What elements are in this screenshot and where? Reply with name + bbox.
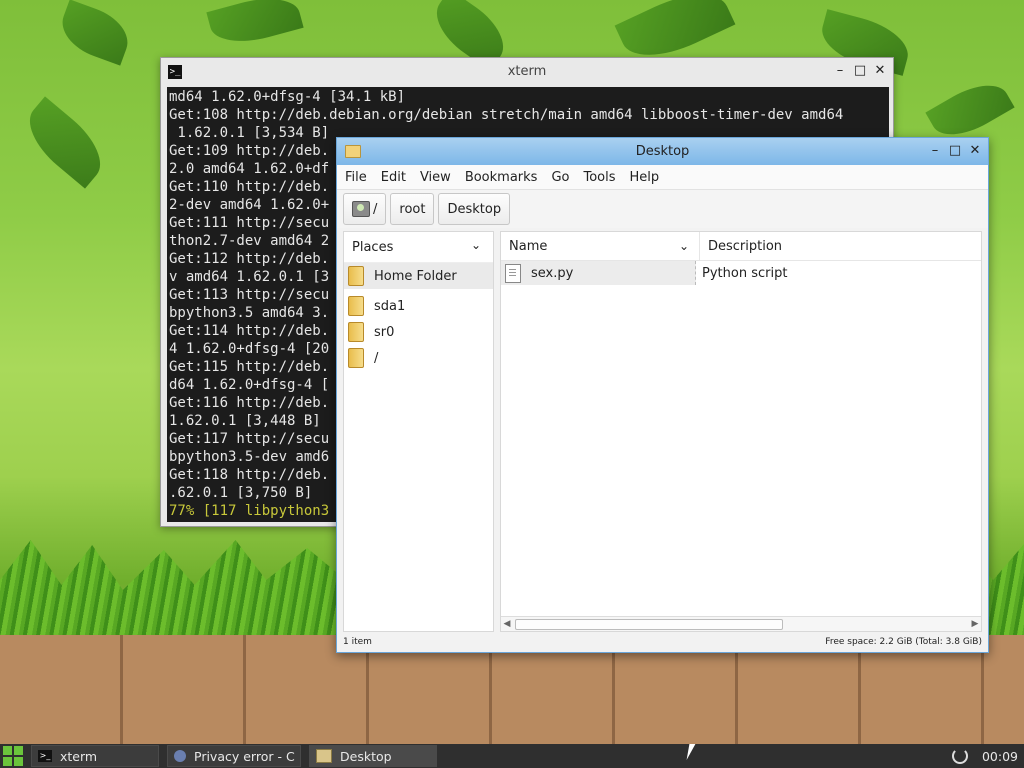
close-button[interactable]: ✕	[968, 144, 982, 158]
places-label: Places	[352, 239, 394, 255]
task-label: xterm	[60, 748, 98, 764]
folder-icon	[348, 296, 364, 316]
maximize-button[interactable]: □	[853, 64, 867, 78]
item-count: 1 item	[343, 637, 372, 647]
free-space: Free space: 2.2 GiB (Total: 3.8 GiB)	[825, 637, 982, 647]
menu-file[interactable]: File	[345, 170, 367, 185]
minimize-button[interactable]: –	[833, 64, 847, 78]
file-description: Python script	[702, 265, 788, 281]
folder-icon	[348, 266, 364, 286]
file-list: Name ⌄ Description sex.py Python script …	[500, 231, 982, 632]
path-root-label: /	[373, 201, 378, 217]
folder-icon	[316, 749, 332, 763]
task-label: Desktop	[340, 748, 392, 764]
menu-bookmarks[interactable]: Bookmarks	[465, 170, 538, 185]
chevron-down-icon: ⌄	[470, 238, 481, 252]
place-sda1[interactable]: sda1	[344, 293, 493, 319]
clock[interactable]: 00:09	[982, 749, 1018, 764]
places-dropdown[interactable]: Places ⌄	[344, 232, 493, 263]
menu-edit[interactable]: Edit	[381, 170, 406, 185]
column-name-label: Name	[509, 238, 548, 254]
file-row[interactable]: sex.py Python script	[501, 261, 981, 285]
task-xterm[interactable]: >_ xterm	[31, 745, 159, 767]
place-sr0[interactable]: sr0	[344, 319, 493, 345]
path-segment-root[interactable]: root	[390, 193, 435, 225]
scrollbar-thumb[interactable]	[515, 619, 783, 630]
path-segment-desktop[interactable]: Desktop	[438, 193, 511, 225]
window-title: Desktop	[635, 144, 690, 159]
place-root[interactable]: /	[344, 345, 493, 371]
power-icon[interactable]	[951, 748, 968, 764]
close-button[interactable]: ✕	[873, 64, 887, 78]
horizontal-scrollbar[interactable]: ◀ ▶	[501, 616, 981, 631]
taskbar: >_ xterm Privacy error - C Desktop 00:09	[0, 744, 1024, 768]
window-title: xterm	[507, 64, 547, 79]
path-root-button[interactable]: /	[343, 193, 387, 225]
task-privacy-error[interactable]: Privacy error - C	[167, 745, 301, 767]
menu-tools[interactable]: Tools	[583, 170, 615, 185]
minimize-button[interactable]: –	[928, 144, 942, 158]
folder-icon	[348, 348, 364, 368]
drive-icon	[352, 201, 370, 217]
menu-go[interactable]: Go	[551, 170, 569, 185]
place-label: sda1	[374, 298, 406, 314]
column-description-label: Description	[708, 238, 783, 254]
terminal-line: Get:108 http://deb.debian.org/debian str…	[169, 107, 844, 123]
terminal-line: md64 1.62.0+dfsg-4 [34.1 kB]	[169, 89, 406, 105]
xterm-titlebar[interactable]: >_ xterm – □ ✕	[161, 58, 893, 86]
column-header-description[interactable]: Description	[700, 232, 782, 260]
task-label: Privacy error - C	[194, 748, 295, 764]
place-label: sr0	[374, 324, 395, 340]
column-header-name[interactable]: Name ⌄	[501, 232, 700, 260]
task-desktop[interactable]: Desktop	[309, 745, 437, 767]
chevron-down-icon: ⌄	[678, 239, 689, 253]
scroll-right-icon[interactable]: ▶	[969, 617, 981, 631]
scroll-left-icon[interactable]: ◀	[501, 617, 513, 631]
maximize-button[interactable]: □	[948, 144, 962, 158]
file-name: sex.py	[531, 265, 574, 281]
menu-bar: File Edit View Bookmarks Go Tools Help	[337, 165, 988, 190]
python-file-icon	[505, 263, 521, 283]
folder-icon	[348, 322, 364, 342]
places-pane: Places ⌄ Home Folder sda1 sr0 /	[343, 231, 494, 632]
start-menu-icon[interactable]	[3, 746, 23, 766]
terminal-icon: >_	[168, 65, 182, 79]
status-bar: 1 item Free space: 2.2 GiB (Total: 3.8 G…	[343, 634, 982, 650]
place-home-folder[interactable]: Home Folder	[344, 263, 493, 289]
terminal-icon: >_	[38, 750, 52, 762]
place-label: Home Folder	[374, 268, 457, 284]
path-bar: / root Desktop	[337, 190, 988, 228]
file-manager-window[interactable]: Desktop – □ ✕ File Edit View Bookmarks G…	[336, 137, 989, 653]
menu-view[interactable]: View	[420, 170, 451, 185]
place-label: /	[374, 350, 379, 366]
browser-icon	[174, 750, 186, 762]
file-manager-titlebar[interactable]: Desktop – □ ✕	[337, 138, 988, 165]
menu-help[interactable]: Help	[630, 170, 660, 185]
